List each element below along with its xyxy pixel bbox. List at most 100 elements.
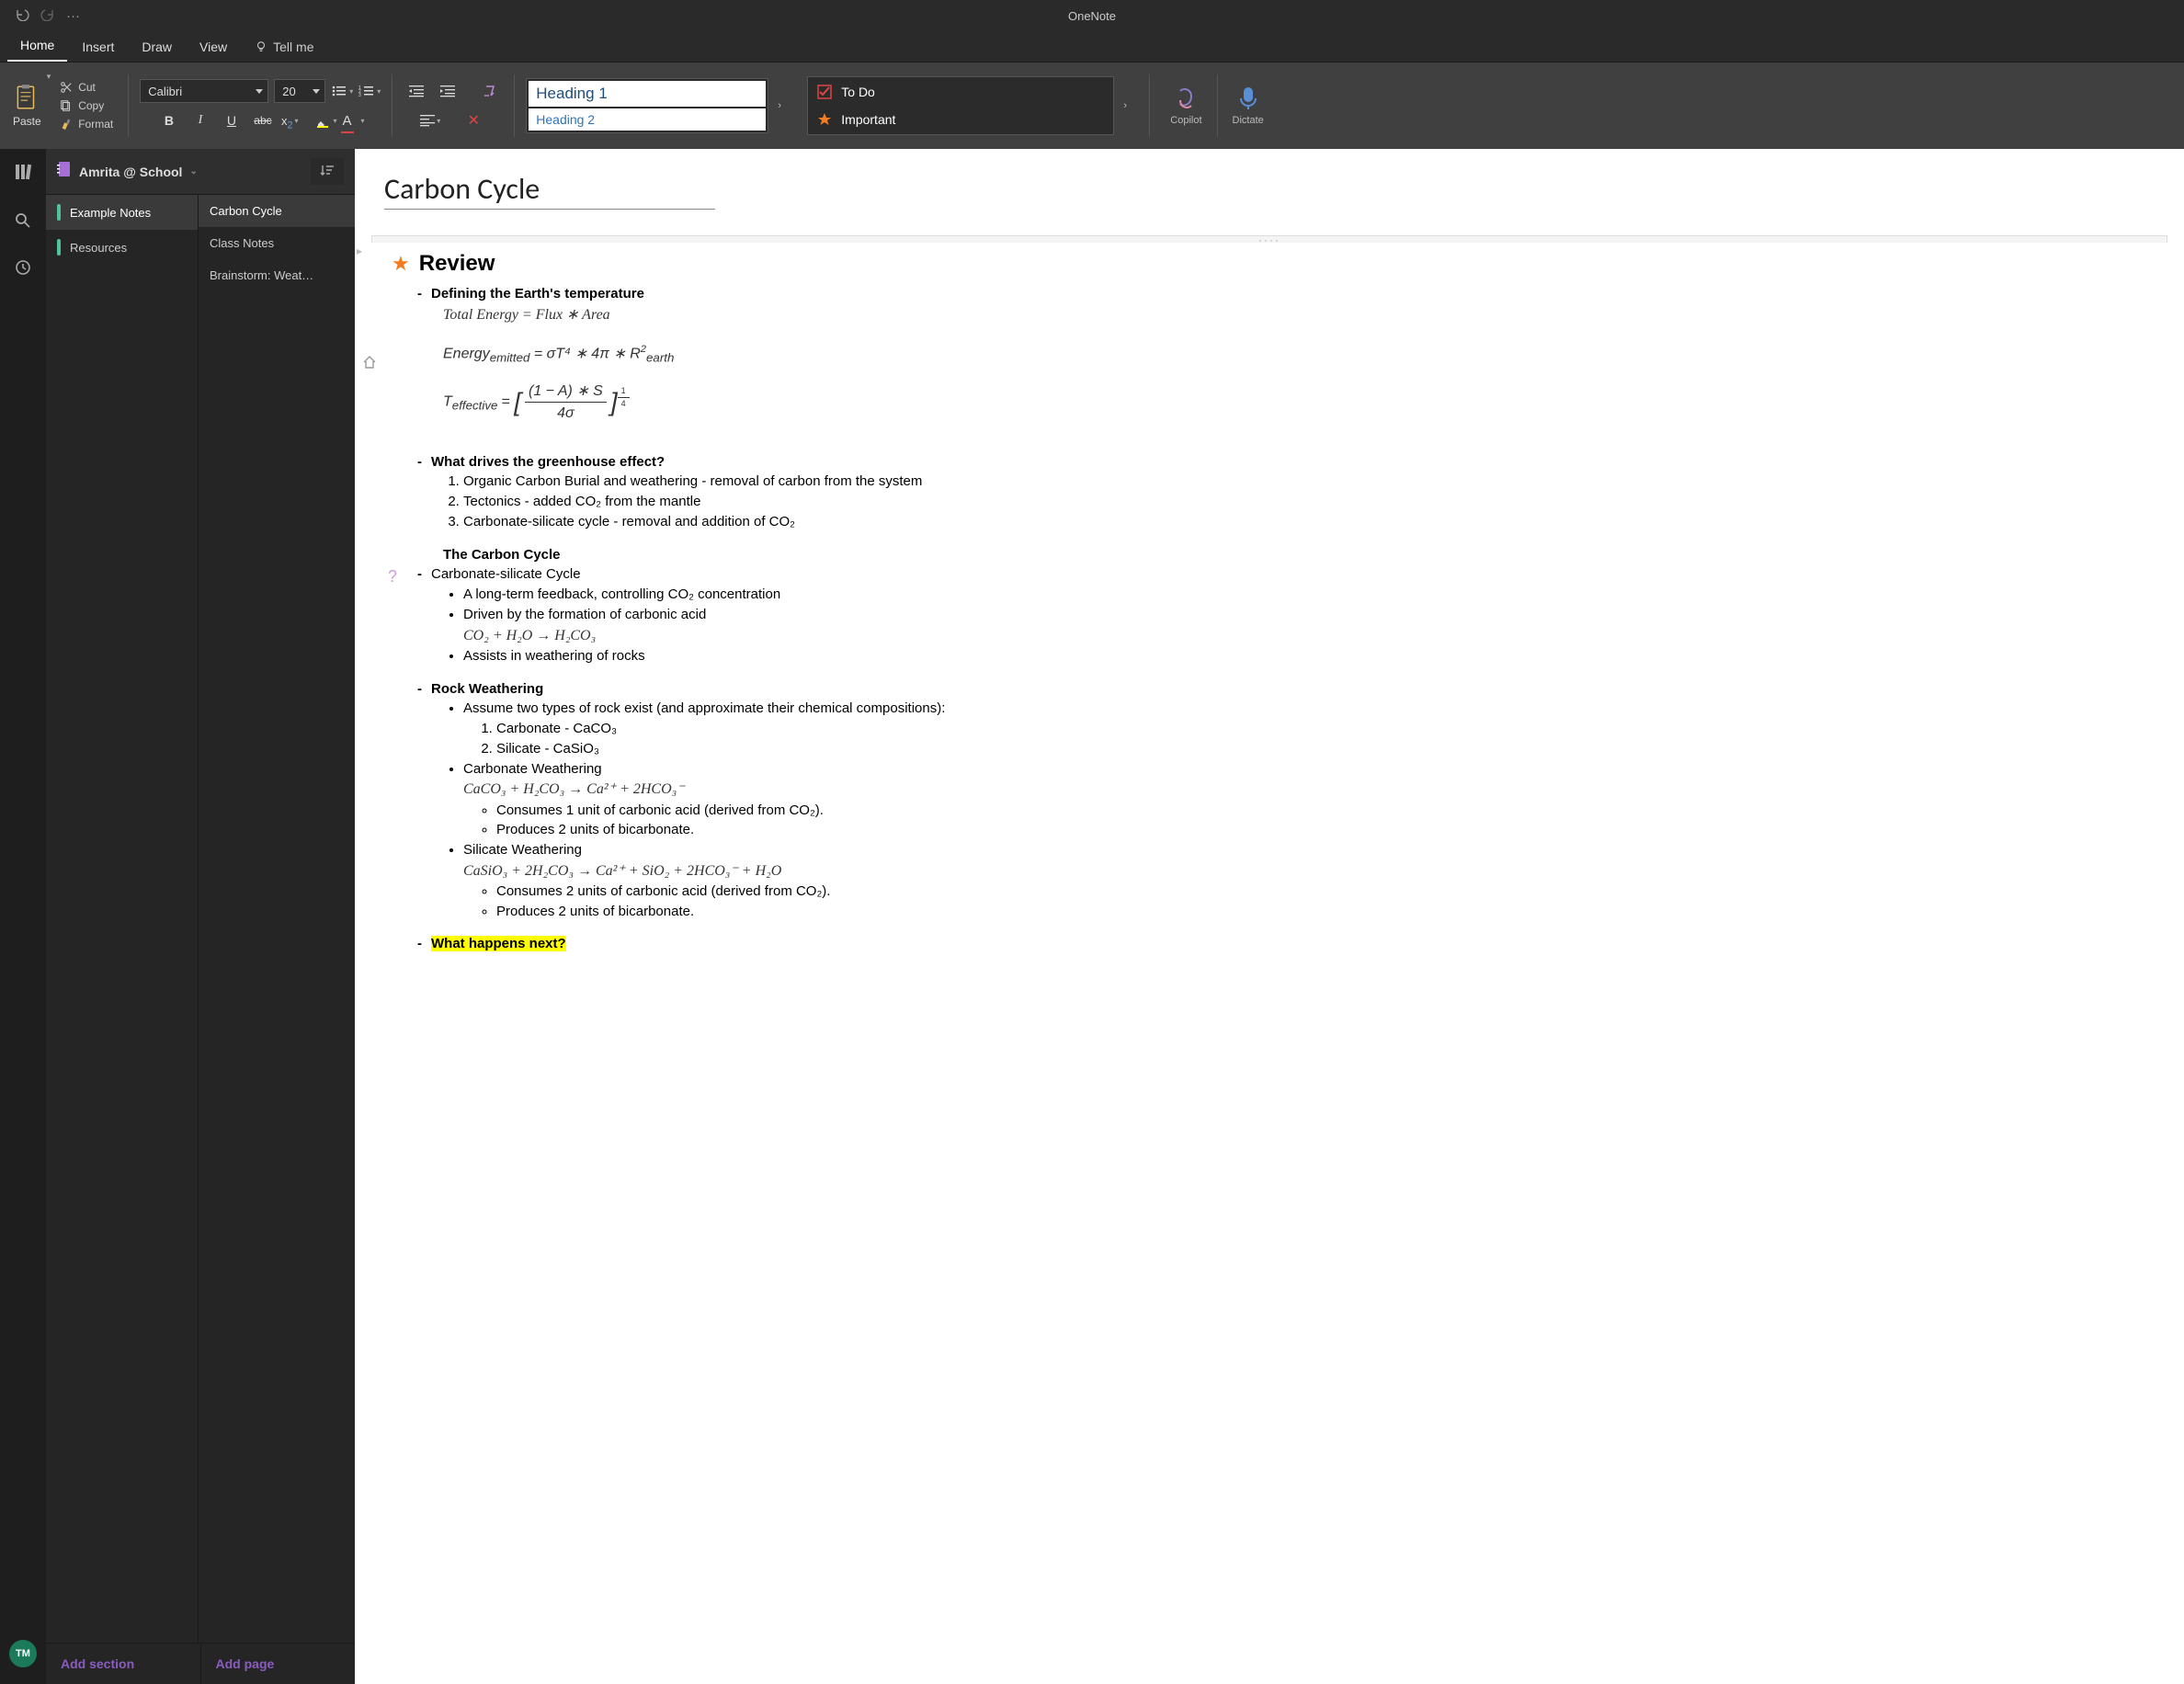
tab-insert[interactable]: Insert: [69, 32, 127, 62]
bullet-heading: Defining the Earth's temperature: [417, 284, 2147, 304]
delete-button[interactable]: ✕: [461, 108, 486, 132]
section-color-icon: [57, 239, 61, 256]
note-handle[interactable]: [371, 235, 2167, 243]
section-label: Example Notes: [70, 206, 151, 220]
style-heading1[interactable]: Heading 1: [529, 81, 766, 107]
more-icon[interactable]: ···: [66, 8, 80, 24]
highlight-button[interactable]: ▾: [315, 112, 337, 129]
checkbox-icon: [817, 85, 832, 99]
font-size-select[interactable]: [274, 79, 325, 103]
tab-view[interactable]: View: [187, 32, 240, 62]
question-tag-icon[interactable]: ?: [388, 564, 397, 588]
outdent-button[interactable]: [404, 79, 429, 103]
note-body[interactable]: ★ Review Defining the Earth's temperatur…: [371, 243, 2167, 960]
add-section-button[interactable]: Add section: [46, 1644, 200, 1684]
redo-icon[interactable]: [40, 6, 55, 25]
sub-list: Consumes 1 unit of carbonic acid (derive…: [476, 801, 2147, 841]
notebook-header: Amrita @ School ⌄: [46, 149, 355, 195]
page-item[interactable]: Carbon Cycle: [199, 195, 355, 227]
indent-button[interactable]: [435, 79, 461, 103]
numbering-button[interactable]: 123 ▾: [358, 84, 381, 98]
paragraph-group: ▾ ✕: [404, 63, 503, 149]
section-label: Resources: [70, 241, 127, 255]
list-item: Consumes 2 units of carbonic acid (deriv…: [496, 882, 2147, 902]
indent-icon: [440, 85, 455, 97]
tab-draw[interactable]: Draw: [129, 32, 185, 62]
paste-button[interactable]: Paste: [9, 78, 45, 133]
strikethrough-button[interactable]: abc: [250, 108, 276, 132]
tags-expand-icon[interactable]: ›: [1117, 87, 1133, 124]
mic-icon: [1235, 85, 1261, 111]
underline-button[interactable]: U: [219, 108, 245, 132]
italic-button[interactable]: I: [188, 108, 213, 132]
bullets-button[interactable]: ▾: [331, 84, 353, 98]
tag-important-label: Important: [841, 112, 895, 127]
dictate-button[interactable]: Dictate: [1223, 80, 1273, 131]
subscript-button[interactable]: x2▾: [281, 114, 299, 128]
bullet-heading: What drives the greenhouse effect?: [417, 452, 2147, 472]
page-canvas[interactable]: Carbon Cycle ▸ ★ Review Defining the Ear…: [355, 149, 2184, 1684]
tag-todo-label: To Do: [841, 85, 875, 99]
list-item: Carbonate - CaCO₃: [496, 719, 2147, 739]
format-label: Format: [78, 118, 113, 131]
navigation-panel: Amrita @ School ⌄ Example Notes Resource…: [46, 149, 355, 1684]
tag-todo[interactable]: To Do: [810, 79, 1111, 105]
cut-button[interactable]: Cut: [56, 79, 117, 96]
align-button[interactable]: ▾: [420, 114, 440, 127]
paintbrush-icon: [60, 118, 73, 131]
copilot-button[interactable]: Copilot: [1161, 80, 1211, 131]
paste-label: Paste: [13, 115, 41, 128]
bold-button[interactable]: B: [156, 108, 182, 132]
section-color-icon: [57, 204, 61, 221]
bulleted-list: Carbonate Weathering CaCO₃ + H₂CO₃ → Ca²…: [443, 759, 2147, 801]
tab-home[interactable]: Home: [7, 30, 67, 62]
paste-caret-icon[interactable]: ▾: [47, 72, 51, 82]
tell-me-search[interactable]: Tell me: [242, 32, 326, 62]
bulleted-list: A long-term feedback, controlling CO₂ co…: [443, 585, 2147, 666]
list-item: Driven by the formation of carbonic acid: [463, 605, 2147, 625]
page-title[interactable]: Carbon Cycle: [384, 171, 715, 210]
clipboard-group: Paste ▾ Cut Copy Format: [6, 63, 117, 149]
tag-important[interactable]: Important: [810, 107, 1111, 132]
equation: CO₂ + H₂O → H₂CO₃: [463, 625, 2147, 646]
bullet-item: Carbonate-silicate Cycle: [417, 564, 2147, 585]
recent-icon[interactable]: [15, 259, 31, 280]
notebook-icon: [57, 161, 72, 182]
add-page-button[interactable]: Add page: [200, 1644, 356, 1684]
list-item: Consumes 1 unit of carbonic acid (derive…: [496, 801, 2147, 821]
bullet-item: What happens next?: [417, 934, 2147, 954]
copy-button[interactable]: Copy: [56, 97, 117, 114]
right-buttons-group: Copilot Dictate: [1161, 63, 1273, 149]
note-container[interactable]: ▸ ★ Review Defining the Earth's temperat…: [371, 235, 2167, 960]
section-item[interactable]: Resources: [46, 230, 198, 265]
style-heading2[interactable]: Heading 2: [529, 108, 766, 131]
notebooks-icon[interactable]: [13, 162, 33, 187]
styles-expand-icon[interactable]: ›: [771, 87, 788, 124]
format-painter-button[interactable]: Format: [56, 116, 117, 132]
clear-formatting-button[interactable]: [477, 79, 503, 103]
important-star-icon[interactable]: ★: [392, 249, 410, 279]
sub-list: Consumes 2 units of carbonic acid (deriv…: [476, 882, 2147, 922]
sub-heading: The Carbon Cycle: [443, 545, 2147, 565]
numbering-icon: 123: [358, 84, 375, 98]
sections-column: Example Notes Resources: [46, 195, 199, 1643]
font-color-button[interactable]: A ▾: [343, 113, 365, 129]
tags-group: To Do Important ›: [807, 63, 1138, 149]
copy-label: Copy: [78, 99, 104, 112]
note-grip-icon[interactable]: ▸: [357, 245, 362, 257]
sort-button[interactable]: [311, 158, 344, 185]
avatar[interactable]: TM: [9, 1640, 37, 1667]
font-name-select[interactable]: [140, 79, 268, 103]
undo-icon[interactable]: [15, 6, 29, 25]
notebook-selector[interactable]: Amrita @ School ⌄: [57, 161, 198, 182]
chevron-down-icon: ⌄: [189, 166, 197, 176]
clear-format-icon: [483, 84, 497, 98]
list-item: Organic Carbon Burial and weathering - r…: [463, 472, 2147, 492]
section-item[interactable]: Example Notes: [46, 195, 198, 230]
bullet-heading: Rock Weathering: [417, 679, 2147, 700]
page-item[interactable]: Brainstorm: Weat…: [199, 259, 355, 291]
page-item[interactable]: Class Notes: [199, 227, 355, 259]
search-icon[interactable]: [15, 212, 31, 233]
numbered-list: Organic Carbon Burial and weathering - r…: [443, 472, 2147, 531]
copilot-icon: [1173, 85, 1199, 111]
